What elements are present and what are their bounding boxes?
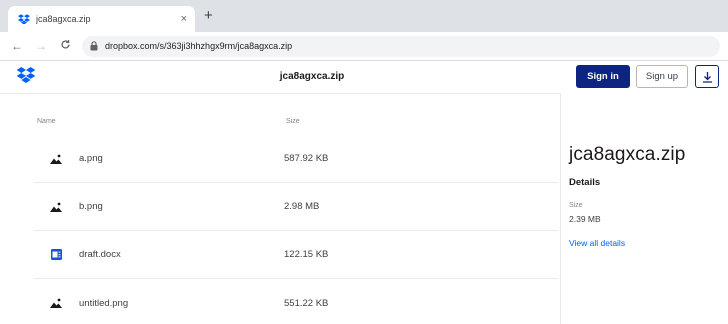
- file-row[interactable]: untitled.png 551.22 KB: [34, 279, 558, 324]
- word-doc-icon: [50, 249, 62, 261]
- file-name[interactable]: untitled.png: [79, 298, 128, 309]
- file-size: 2.98 MB: [284, 201, 320, 212]
- file-name[interactable]: b.png: [79, 201, 103, 212]
- address-bar[interactable]: dropbox.com/s/363ji3hhzhgx9rm/jca8agxca.…: [82, 35, 720, 57]
- file-size: 122.15 KB: [284, 249, 329, 260]
- browser-tab[interactable]: jca8agxca.zip ×: [8, 6, 195, 32]
- browser-tabstrip: jca8agxca.zip × +: [0, 0, 728, 32]
- download-button[interactable]: [695, 65, 719, 88]
- file-name[interactable]: a.png: [79, 153, 103, 164]
- reload-button[interactable]: [56, 39, 74, 53]
- dropbox-logo-icon[interactable]: [16, 67, 36, 83]
- dropbox-favicon-icon: [18, 13, 30, 25]
- size-label: Size: [569, 202, 583, 209]
- column-header-name[interactable]: Name: [37, 118, 56, 125]
- file-size: 551.22 KB: [284, 297, 329, 309]
- tab-title: jca8agxca.zip: [36, 14, 91, 24]
- header-divider: [0, 93, 560, 94]
- back-button[interactable]: ←: [8, 39, 26, 53]
- details-heading: Details: [569, 177, 601, 188]
- browser-toolbar: ← → dropbox.com/s/363ji3hhzhgx9rm/jca8ag…: [0, 32, 728, 61]
- sign-in-button[interactable]: Sign in: [576, 65, 630, 88]
- download-icon: [702, 71, 712, 83]
- image-file-icon: [50, 201, 62, 213]
- forward-button[interactable]: →: [32, 39, 50, 53]
- sign-up-button[interactable]: Sign up: [636, 65, 688, 88]
- file-row[interactable]: b.png 2.98 MB: [34, 183, 558, 231]
- file-size: 587.92 KB: [284, 153, 329, 164]
- column-header-size[interactable]: Size: [286, 118, 300, 125]
- file-row[interactable]: a.png 587.92 KB: [34, 135, 558, 183]
- new-tab-button[interactable]: +: [204, 7, 213, 25]
- image-file-icon: [50, 297, 62, 309]
- file-row[interactable]: draft.docx 122.15 KB: [34, 231, 558, 279]
- reload-icon: [61, 40, 70, 49]
- lock-icon: [90, 41, 99, 51]
- address-url[interactable]: dropbox.com/s/363ji3hhzhgx9rm/jca8agxca.…: [105, 41, 292, 51]
- panel-file-title: jca8agxca.zip: [569, 144, 686, 165]
- tab-close-icon[interactable]: ×: [181, 13, 187, 25]
- file-list: a.png 587.92 KB b.png 2.98 MB draft.docx…: [34, 135, 558, 324]
- dropbox-page: jca8agxca.zip Sign in Sign up Name Size …: [0, 61, 728, 324]
- panel-divider: [560, 93, 561, 324]
- file-name[interactable]: draft.docx: [79, 249, 121, 260]
- image-file-icon: [50, 153, 62, 165]
- size-value: 2.39 MB: [569, 214, 601, 224]
- view-all-details-link[interactable]: View all details: [569, 238, 625, 248]
- header-file-title: jca8agxca.zip: [279, 71, 345, 82]
